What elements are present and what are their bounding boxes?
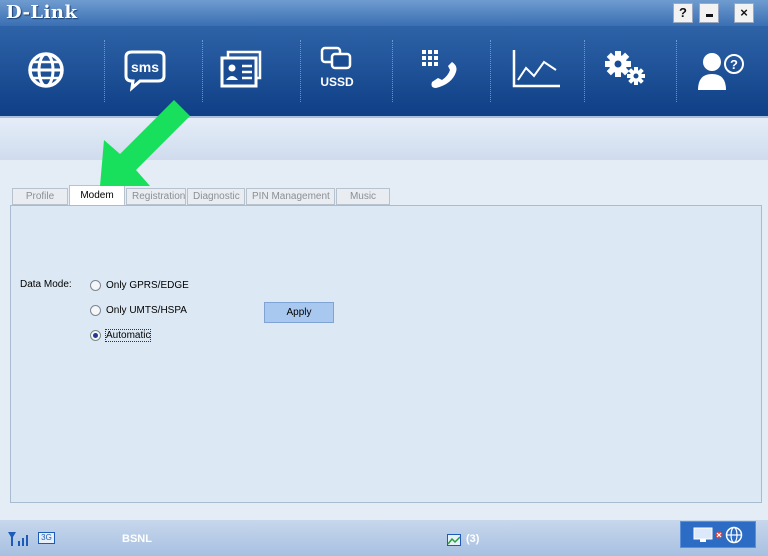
disconnected-icon — [715, 531, 723, 538]
data-mode-label: Data Mode: — [20, 279, 72, 290]
toolbar-sms[interactable]: sms — [114, 40, 174, 100]
message-count: (3) — [466, 533, 480, 545]
svg-text:sms: sms — [131, 59, 159, 75]
help-button[interactable]: ? — [673, 3, 693, 23]
minimize-button[interactable] — [699, 3, 719, 23]
dlink-logo: D-Link — [6, 2, 78, 23]
line-chart-icon — [512, 50, 560, 88]
computer-icon — [693, 527, 713, 542]
user-help-icon: ? — [698, 53, 744, 90]
connection-status-button[interactable] — [680, 521, 756, 548]
minimize-icon — [705, 14, 713, 17]
dialpad-phone-icon — [422, 50, 457, 88]
toolbar-statistics[interactable] — [506, 40, 566, 100]
radio-button-selected[interactable] — [90, 329, 101, 341]
network-type-badge: 3G — [38, 532, 55, 544]
gears-icon — [605, 51, 645, 85]
sms-icon: sms — [124, 50, 166, 92]
toolbar-help[interactable]: ? — [690, 40, 750, 100]
status-bar — [0, 520, 768, 556]
radio-button[interactable] — [90, 279, 101, 291]
title-bar: D-Link ? × — [0, 0, 768, 26]
radio-button[interactable] — [90, 304, 101, 316]
tab-music[interactable]: Music — [336, 188, 390, 205]
svg-text:?: ? — [730, 57, 738, 72]
apply-button[interactable]: Apply — [264, 302, 334, 323]
modem-panel — [10, 205, 762, 503]
radio-label: Only UMTS/HSPA — [106, 304, 187, 316]
message-icon[interactable] — [447, 534, 461, 546]
toolbar-ussd[interactable]: USSD — [308, 40, 368, 100]
radio-gprs-edge[interactable]: Only GPRS/EDGE — [90, 278, 189, 292]
carrier-name: BSNL — [122, 533, 152, 545]
toolbar-internet[interactable] — [16, 40, 76, 100]
toolbar-contacts[interactable] — [212, 40, 272, 100]
annotation-arrow-icon — [100, 100, 190, 186]
toolbar-phone[interactable] — [412, 40, 472, 100]
ussd-icon: USSD — [320, 46, 354, 89]
radio-umts-hspa[interactable]: Only UMTS/HSPA — [90, 303, 187, 317]
radio-label: Automatic — [104, 328, 152, 342]
signal-strength-icon — [8, 532, 28, 546]
close-button[interactable]: × — [734, 3, 754, 23]
toolbar-settings[interactable] — [596, 40, 656, 100]
radio-automatic[interactable]: Automatic — [90, 328, 152, 342]
radio-label: Only GPRS/EDGE — [106, 279, 189, 291]
globe-icon — [725, 526, 743, 543]
svg-text:USSD: USSD — [320, 75, 354, 89]
globe-icon — [28, 52, 64, 88]
tab-pin-management[interactable]: PIN Management — [246, 188, 335, 205]
contacts-icon — [220, 50, 262, 88]
tab-profile[interactable]: Profile — [12, 188, 68, 205]
